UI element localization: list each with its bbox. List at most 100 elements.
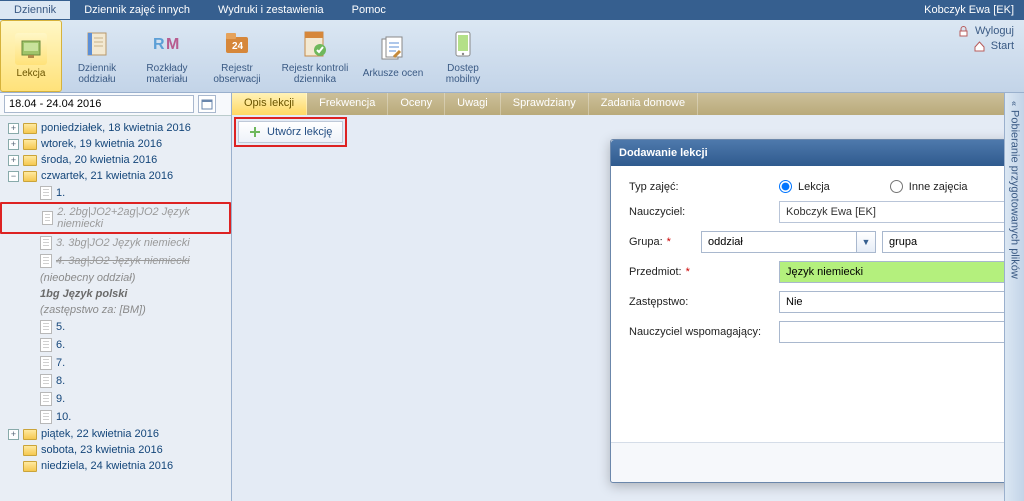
ribbon-label: Rozkłady materiału	[134, 63, 200, 85]
ribbon-lekcja[interactable]: Lekcja	[0, 20, 62, 92]
lesson-slot[interactable]: 1.	[0, 184, 231, 202]
lesson-note: 1bg Język polski	[0, 286, 231, 302]
radio-lekcja[interactable]: Lekcja	[779, 180, 830, 193]
page-icon	[40, 186, 52, 200]
folder-icon	[23, 461, 37, 472]
expand-icon[interactable]: +	[8, 429, 19, 440]
folder-icon	[23, 123, 37, 134]
tab-wydruki[interactable]: Wydruki i zestawienia	[204, 1, 338, 19]
logout-link[interactable]: Wyloguj	[958, 25, 1014, 37]
lesson-slot-selected[interactable]: 2. 2bg|JO2+2ag|JO2 Język niemiecki	[0, 202, 231, 234]
tab-opis-lekcji[interactable]: Opis lekcji	[232, 93, 307, 115]
home-icon	[974, 41, 985, 52]
tab-dziennik[interactable]: Dziennik	[0, 1, 70, 19]
tree-label: 9.	[56, 393, 65, 405]
ribbon-label: Lekcja	[17, 68, 46, 79]
lesson-slot-cancelled[interactable]: 4. 3ag|JO2 Język niemiecki	[0, 252, 231, 270]
tree-day[interactable]: niedziela, 24 kwietnia 2016	[0, 458, 231, 474]
ribbon-label: Dziennik oddziału	[64, 63, 130, 85]
tree-label: 8.	[56, 375, 65, 387]
tree-day-expanded[interactable]: − czwartek, 21 kwietnia 2016	[0, 168, 231, 184]
tree-day[interactable]: +wtorek, 19 kwietnia 2016	[0, 136, 231, 152]
folder-icon	[23, 155, 37, 166]
tree-day[interactable]: sobota, 23 kwietnia 2016	[0, 442, 231, 458]
tree-label: niedziela, 24 kwietnia 2016	[41, 460, 173, 472]
expand-icon[interactable]: +	[8, 155, 19, 166]
chevron-down-icon[interactable]: ▼	[856, 231, 876, 253]
tree-day[interactable]: +poniedziałek, 18 kwietnia 2016	[0, 120, 231, 136]
supporting-teacher-combo[interactable]	[779, 321, 1024, 343]
tree-label: środa, 20 kwietnia 2016	[41, 154, 157, 166]
page-icon	[40, 320, 52, 334]
page-icon	[40, 356, 52, 370]
folder-icon: 24	[221, 28, 253, 60]
tab-zadania-domowe[interactable]: Zadania domowe	[589, 93, 698, 115]
tree-day[interactable]: +piątek, 22 kwietnia 2016	[0, 426, 231, 442]
tab-uwagi[interactable]: Uwagi	[445, 93, 501, 115]
tree-day[interactable]: + środa, 20 kwietnia 2016	[0, 152, 231, 168]
tree-label: czwartek, 21 kwietnia 2016	[41, 170, 173, 182]
svg-text:R: R	[153, 36, 165, 53]
lesson-slot[interactable]: 6.	[0, 336, 231, 354]
ribbon-rozkady[interactable]: RM Rozkłady materiału	[132, 20, 202, 92]
ribbon-arkusze-ocen[interactable]: Arkusze ocen	[358, 20, 428, 92]
grupa-combo[interactable]	[882, 231, 1024, 253]
lesson-slot[interactable]: 5.	[0, 318, 231, 336]
folder-icon	[23, 139, 37, 150]
tree-label: sobota, 23 kwietnia 2016	[41, 444, 163, 456]
tree-label: 10.	[56, 411, 71, 423]
tree-label: 6.	[56, 339, 65, 351]
modal-title: Dodawanie lekcji	[619, 147, 708, 159]
lesson-note: (nieobecny oddział)	[0, 270, 231, 286]
ribbon-label: Arkusze ocen	[363, 68, 424, 79]
teacher-field: Kobczyk Ewa [EK]	[779, 201, 1024, 223]
notebook-icon	[81, 28, 113, 60]
tree-label: 4. 3ag|JO2 Język niemiecki	[56, 255, 190, 267]
ribbon-dziennik-oddzialu[interactable]: Dziennik oddziału	[62, 20, 132, 92]
calendar-icon[interactable]	[198, 95, 216, 113]
expand-icon[interactable]: +	[8, 123, 19, 134]
tree-label: 7.	[56, 357, 65, 369]
tree-label: (nieobecny oddział)	[40, 272, 135, 284]
tab-oceny[interactable]: Oceny	[388, 93, 445, 115]
radio-inne-input[interactable]	[890, 180, 903, 193]
lesson-icon	[15, 33, 47, 65]
ribbon-rejestr-kontroli[interactable]: Rejestr kontroli dziennika	[272, 20, 358, 92]
tree-label: 2. 2bg|JO2+2ag|JO2 Język niemiecki	[57, 206, 225, 230]
padlock-icon	[958, 26, 969, 37]
tree-label: 5.	[56, 321, 65, 333]
lesson-slot[interactable]: 9.	[0, 390, 231, 408]
collapse-icon[interactable]: −	[8, 171, 19, 182]
page-icon	[40, 410, 52, 424]
lesson-subtabs: Opis lekcji Frekwencja Oceny Uwagi Spraw…	[232, 93, 1024, 115]
tab-sprawdziany[interactable]: Sprawdziany	[501, 93, 589, 115]
tab-pomoc[interactable]: Pomoc	[338, 1, 400, 19]
tab-dziennik-innych[interactable]: Dziennik zajęć innych	[70, 1, 204, 19]
lesson-slot[interactable]: 3. 3bg|JO2 Język niemiecki	[0, 234, 231, 252]
oddzial-combo[interactable]	[701, 231, 856, 253]
lesson-slot[interactable]: 7.	[0, 354, 231, 372]
ribbon-dostep-mobilny[interactable]: Dostęp mobilny	[428, 20, 498, 92]
radio-label: Lekcja	[798, 181, 830, 193]
tree-label: (zastępstwo za: [BM])	[40, 304, 146, 316]
page-icon	[40, 236, 52, 250]
subject-combo[interactable]	[779, 261, 1024, 283]
zastepstwo-combo[interactable]	[779, 291, 1024, 313]
lesson-slot[interactable]: 10.	[0, 408, 231, 426]
date-range-input[interactable]	[4, 95, 194, 113]
radio-inne[interactable]: Inne zajęcia	[890, 180, 968, 193]
svg-text:M: M	[166, 36, 179, 53]
page-icon	[42, 211, 53, 225]
start-link[interactable]: Start	[958, 40, 1014, 52]
label-wspomagajacy: Nauczyciel wspomagający:	[629, 326, 779, 338]
page-icon	[40, 338, 52, 352]
ribbon-rejestr-obserwacji[interactable]: 24 Rejestr obserwacji	[202, 20, 272, 92]
tab-frekwencja[interactable]: Frekwencja	[307, 93, 388, 115]
expand-icon[interactable]: +	[8, 139, 19, 150]
start-label: Start	[991, 40, 1014, 52]
create-lesson-button[interactable]: Utwórz lekcję	[238, 121, 343, 143]
radio-lekcja-input[interactable]	[779, 180, 792, 193]
downloads-side-panel[interactable]: « Pobieranie przygotowanych plików	[1004, 93, 1024, 501]
page-icon	[40, 254, 52, 268]
lesson-slot[interactable]: 8.	[0, 372, 231, 390]
